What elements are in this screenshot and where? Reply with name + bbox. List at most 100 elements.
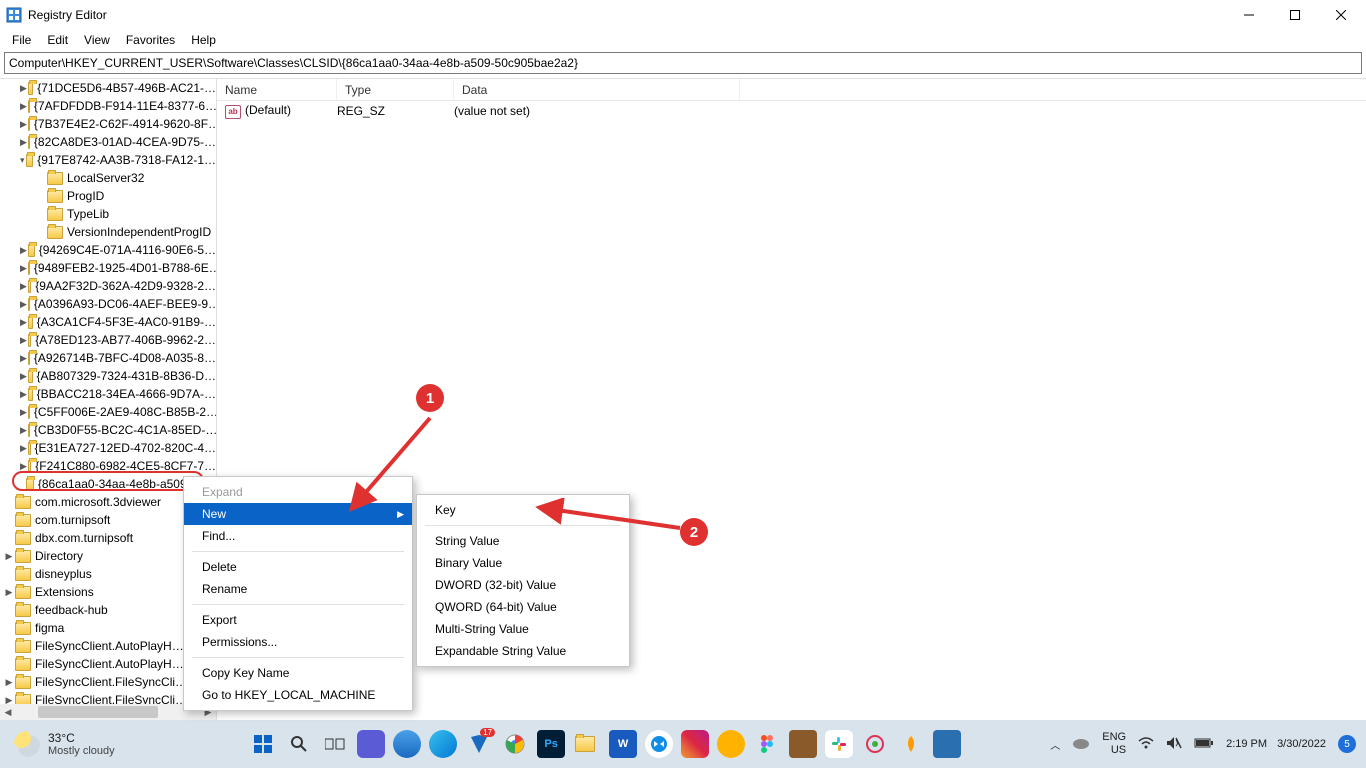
collapse-icon[interactable]: ▾ (20, 151, 25, 169)
tree-item[interactable]: ▶{E31EA727-12ED-4702-820C-4… (0, 439, 216, 457)
ctx-new-qword[interactable]: QWORD (64-bit) Value (417, 596, 629, 618)
menu-view[interactable]: View (76, 31, 118, 49)
notification-badge[interactable]: 5 (1338, 735, 1356, 753)
ctx-new-key[interactable]: Key (417, 499, 629, 521)
expand-icon[interactable]: ▶ (20, 277, 27, 295)
expand-icon[interactable]: ▶ (4, 547, 14, 565)
figma-icon[interactable] (753, 730, 781, 758)
ctx-goto-hklm[interactable]: Go to HKEY_LOCAL_MACHINE (184, 684, 412, 706)
tree-item[interactable]: ▶{7AFDFDDB-F914-11E4-8377-6… (0, 97, 216, 115)
scroll-thumb[interactable] (38, 706, 158, 718)
taskbar-app-icon[interactable] (933, 730, 961, 758)
battery-icon[interactable] (1194, 737, 1214, 752)
explorer-icon[interactable] (573, 730, 601, 758)
tree-item[interactable]: ▶{94269C4E-071A-4116-90E6-5… (0, 241, 216, 259)
expand-icon[interactable]: ▶ (20, 385, 27, 403)
taskbar-app-icon[interactable] (861, 730, 889, 758)
expand-icon[interactable]: ▶ (20, 331, 27, 349)
tree-item[interactable]: ▶{A3CA1CF4-5F3E-4AC0-91B9-… (0, 313, 216, 331)
taskbar-app-icon[interactable] (717, 730, 745, 758)
tree-item[interactable]: ▶{71DCE5D6-4B57-496B-AC21-… (0, 79, 216, 97)
tray-overflow-icon[interactable]: ︿ (1050, 737, 1060, 752)
minimize-button[interactable] (1226, 0, 1272, 30)
tree-item[interactable]: VersionIndependentProgID (0, 223, 216, 241)
taskbar-weather[interactable]: 33°C Mostly cloudy (0, 731, 160, 757)
tree-item[interactable]: ProgID (0, 187, 216, 205)
tree-item[interactable]: ▶{AB807329-7324-431B-8B36-D… (0, 367, 216, 385)
expand-icon[interactable]: ▶ (4, 673, 14, 691)
close-button[interactable] (1318, 0, 1364, 30)
onedrive-icon[interactable] (1072, 737, 1090, 752)
ctx-delete[interactable]: Delete (184, 556, 412, 578)
ctx-new[interactable]: New▶ (184, 503, 412, 525)
scroll-left-icon[interactable]: ◀ (0, 704, 16, 720)
start-button[interactable] (249, 730, 277, 758)
word-icon[interactable]: W (609, 730, 637, 758)
ctx-new-expandable[interactable]: Expandable String Value (417, 640, 629, 662)
tree-item[interactable]: ▾{917E8742-AA3B-7318-FA12-1… (0, 151, 216, 169)
expand-icon[interactable]: ▶ (20, 79, 27, 97)
expand-icon[interactable]: ▶ (4, 583, 14, 601)
expand-icon[interactable]: ▶ (20, 367, 27, 385)
clock[interactable]: 2:19 PM 3/30/2022 (1226, 738, 1326, 751)
ctx-export[interactable]: Export (184, 609, 412, 631)
ctx-new-string[interactable]: String Value (417, 530, 629, 552)
expand-icon[interactable]: ▶ (20, 259, 27, 277)
expand-icon[interactable]: ▶ (20, 439, 27, 457)
tree-item[interactable]: ▶{82CA8DE3-01AD-4CEA-9D75-… (0, 133, 216, 151)
expand-icon[interactable]: ▶ (20, 241, 27, 259)
menu-favorites[interactable]: Favorites (118, 31, 183, 49)
column-type[interactable]: Type (337, 79, 454, 100)
taskbar-app-icon[interactable] (393, 730, 421, 758)
expand-icon[interactable]: ▶ (20, 133, 27, 151)
ctx-permissions[interactable]: Permissions... (184, 631, 412, 653)
ctx-find[interactable]: Find... (184, 525, 412, 547)
column-data[interactable]: Data (454, 79, 740, 100)
address-bar[interactable]: Computer\HKEY_CURRENT_USER\Software\Clas… (4, 52, 1362, 74)
taskbar-app-icon[interactable] (357, 730, 385, 758)
tree-item[interactable]: ▶{7B37E4E2-C62F-4914-9620-8F… (0, 115, 216, 133)
task-view-icon[interactable] (321, 730, 349, 758)
expand-icon[interactable]: ▶ (20, 313, 27, 331)
instagram-icon[interactable] (681, 730, 709, 758)
tree-item[interactable]: ▶{A926714B-7BFC-4D08-A035-8… (0, 349, 216, 367)
taskbar-app-icon[interactable] (897, 730, 925, 758)
menu-edit[interactable]: Edit (39, 31, 76, 49)
ctx-copy-key-name[interactable]: Copy Key Name (184, 662, 412, 684)
tree-item[interactable]: ▶{A0396A93-DC06-4AEF-BEE9-9… (0, 295, 216, 313)
expand-icon[interactable]: ▶ (20, 403, 27, 421)
list-row[interactable]: ab(Default) REG_SZ (value not set) (217, 101, 1366, 121)
search-icon[interactable] (285, 730, 313, 758)
tree-item[interactable]: ▶{C5FF006E-2AE9-408C-B85B-2… (0, 403, 216, 421)
photoshop-icon[interactable]: Ps (537, 730, 565, 758)
scroll-track[interactable] (16, 704, 200, 720)
menu-file[interactable]: File (4, 31, 39, 49)
expand-icon[interactable]: ▶ (20, 457, 27, 475)
tree-item[interactable]: TypeLib (0, 205, 216, 223)
taskbar-app-icon[interactable] (789, 730, 817, 758)
tree-item[interactable]: ▶{F241C880-6982-4CE5-8CF7-7… (0, 457, 216, 475)
expand-icon[interactable]: ▶ (20, 349, 27, 367)
tree-item[interactable]: ▶{A78ED123-AB77-406B-9962-2… (0, 331, 216, 349)
ctx-new-binary[interactable]: Binary Value (417, 552, 629, 574)
tree-item[interactable]: ▶{BBACC218-34EA-4666-9D7A-… (0, 385, 216, 403)
slack-icon[interactable] (825, 730, 853, 758)
ctx-rename[interactable]: Rename (184, 578, 412, 600)
taskbar-app-icon[interactable]: 17 (465, 730, 493, 758)
edge-icon[interactable] (429, 730, 457, 758)
chrome-icon[interactable] (501, 730, 529, 758)
tree-item[interactable]: LocalServer32 (0, 169, 216, 187)
teamviewer-icon[interactable] (645, 730, 673, 758)
expand-icon[interactable]: ▶ (20, 97, 27, 115)
ctx-new-dword[interactable]: DWORD (32-bit) Value (417, 574, 629, 596)
expand-icon[interactable]: ▶ (20, 115, 27, 133)
volume-icon[interactable] (1166, 736, 1182, 753)
tree-item[interactable]: ▶{9AA2F32D-362A-42D9-9328-2… (0, 277, 216, 295)
menu-help[interactable]: Help (183, 31, 224, 49)
taskbar[interactable]: 33°C Mostly cloudy 17 Ps W ︿ ENGUS (0, 720, 1366, 768)
tree-item[interactable]: ▶{9489FEB2-1925-4D01-B788-6E… (0, 259, 216, 277)
language-indicator[interactable]: ENGUS (1102, 731, 1126, 757)
expand-icon[interactable]: ▶ (20, 421, 27, 439)
expand-icon[interactable]: ▶ (20, 295, 27, 313)
maximize-button[interactable] (1272, 0, 1318, 30)
